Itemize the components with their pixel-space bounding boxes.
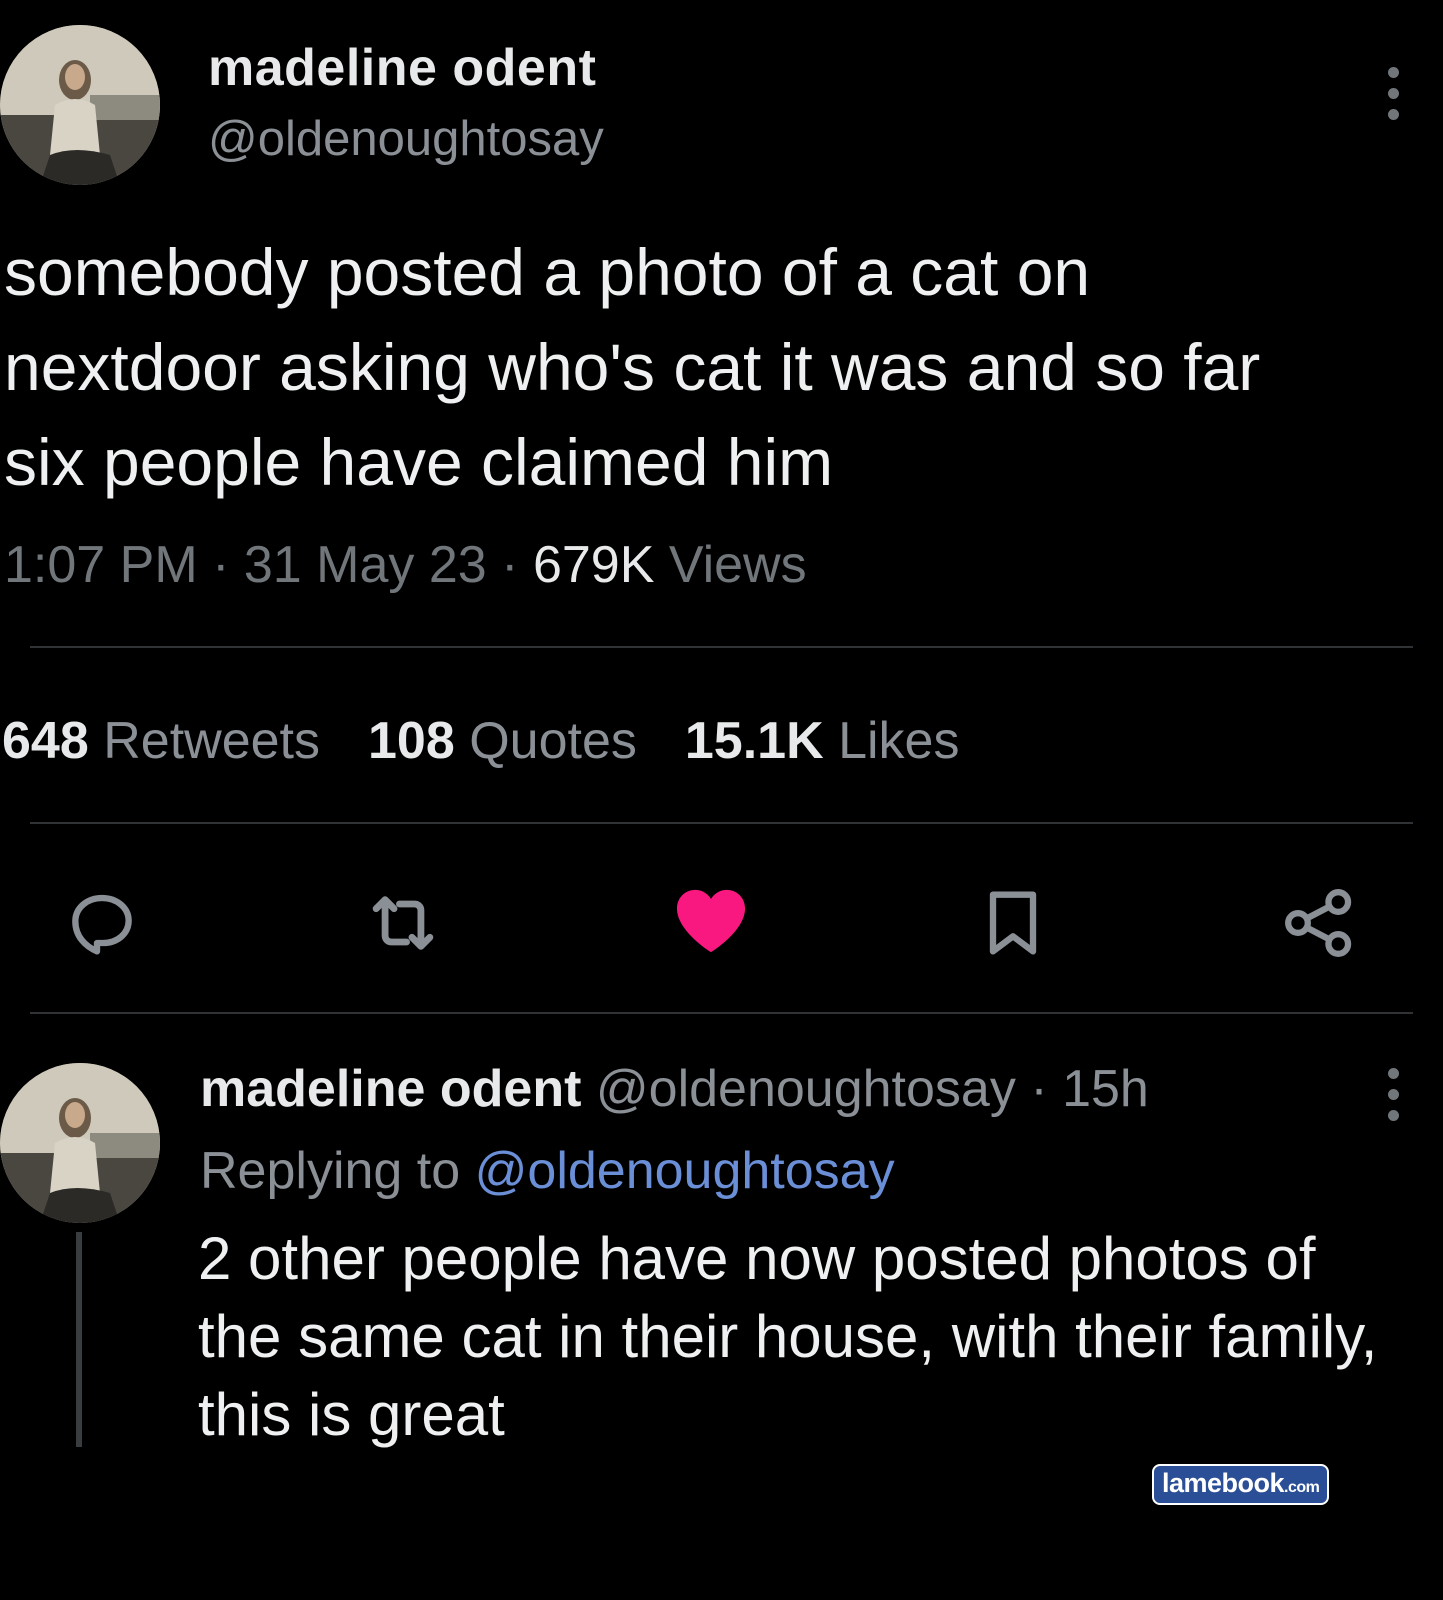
retweets-label: Retweets — [103, 712, 320, 770]
replying-handle-link[interactable]: @oldenoughtosay — [475, 1142, 895, 1200]
more-options-icon[interactable] — [1385, 1068, 1401, 1121]
lamebook-watermark: lamebook.com — [1152, 1464, 1330, 1505]
watermark-suffix: .com — [1284, 1479, 1320, 1496]
replying-prefix: Replying to — [200, 1142, 461, 1200]
tweet-meta: 1:07 PM · 31 May 23 · 679K Views — [4, 535, 807, 595]
tweet-text-line: somebody posted a photo of a cat on — [4, 235, 1091, 309]
retweet-icon — [372, 896, 434, 950]
retweet-button[interactable] — [358, 878, 448, 968]
tweet-date[interactable]: 31 May 23 — [244, 536, 487, 594]
share-icon — [1285, 889, 1352, 957]
divider — [30, 822, 1413, 824]
retweets-count: 648 — [2, 712, 89, 770]
likes-label: Likes — [838, 712, 960, 770]
reply-icon — [72, 894, 132, 955]
share-button[interactable] — [1274, 878, 1364, 968]
quotes-label: Quotes — [469, 712, 637, 770]
likes-stat[interactable]: 15.1K Likes — [685, 711, 960, 771]
reply-text-line: the same cat in their house, with their … — [198, 1303, 1378, 1370]
reply-text: 2 other people have now posted photos of… — [198, 1220, 1377, 1454]
meta-separator: · — [212, 536, 230, 594]
likes-count: 15.1K — [684, 712, 824, 770]
divider — [30, 1012, 1413, 1014]
reply-author-avatar[interactable] — [0, 1063, 160, 1223]
thread-line — [76, 1232, 82, 1447]
reply-time[interactable]: · 15h — [1030, 1060, 1149, 1118]
reply-header: madeline odent @oldenoughtosay · 15h — [200, 1059, 1149, 1119]
tweet-text-line: nextdoor asking who's cat it was and so … — [4, 330, 1261, 404]
avatar-photo — [0, 1063, 160, 1223]
tweet-text: somebody posted a photo of a cat on next… — [4, 225, 1260, 510]
more-options-icon[interactable] — [1385, 67, 1401, 120]
meta-separator: · — [501, 536, 519, 594]
views-count: 679K — [532, 536, 655, 594]
tweet-time[interactable]: 1:07 PM — [4, 536, 198, 594]
quotes-stat[interactable]: 108 Quotes — [368, 711, 637, 771]
bookmark-button[interactable] — [968, 878, 1058, 968]
reply-author-handle[interactable]: @oldenoughtosay — [596, 1060, 1016, 1118]
watermark-text: lamebook — [1162, 1468, 1285, 1498]
author-name[interactable]: madeline odent — [208, 38, 596, 98]
reply-text-line: 2 other people have now posted photos of — [198, 1225, 1316, 1292]
tweet-text-line: six people have claimed him — [4, 425, 834, 499]
quotes-count: 108 — [367, 712, 455, 770]
divider — [30, 646, 1413, 648]
replying-to: Replying to @oldenoughtosay — [200, 1141, 895, 1201]
like-button[interactable] — [666, 875, 756, 965]
author-handle[interactable]: @oldenoughtosay — [208, 111, 604, 167]
reply-text-line: this is great — [198, 1381, 505, 1448]
author-avatar[interactable] — [0, 25, 160, 185]
bookmark-icon — [989, 891, 1037, 955]
reply-author-name[interactable]: madeline odent — [200, 1060, 581, 1118]
views-label: Views — [668, 536, 807, 594]
engagement-stats: 648 Retweets 108 Quotes 15.1K Likes — [2, 711, 1007, 771]
heart-icon — [676, 889, 746, 953]
retweets-stat[interactable]: 648 Retweets — [2, 711, 320, 771]
reply-button[interactable] — [57, 878, 147, 968]
avatar-photo — [0, 25, 160, 185]
